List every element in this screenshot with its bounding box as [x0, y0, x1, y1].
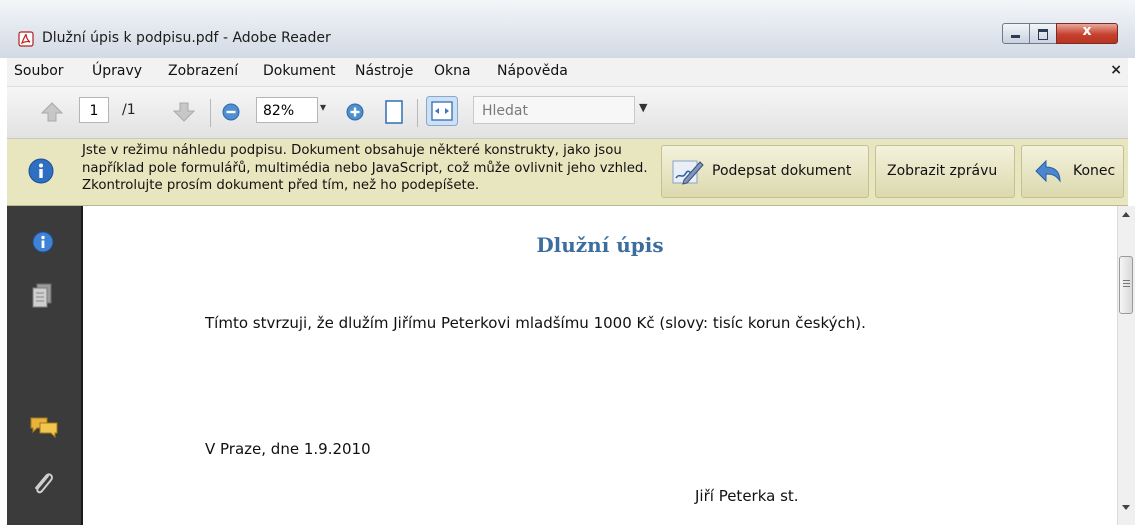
menu-dokument[interactable]: Dokument	[263, 63, 336, 79]
maximize-button[interactable]	[1029, 23, 1057, 44]
fit-width-icon[interactable]	[426, 96, 458, 126]
minimize-button[interactable]	[1002, 23, 1030, 44]
document-signer: Jiří Peterka st.	[695, 487, 799, 505]
page-number-input[interactable]: 1	[79, 97, 109, 123]
arrow-up-icon[interactable]	[40, 101, 64, 123]
menu-soubor[interactable]: Soubor	[14, 63, 64, 79]
toolbar-separator	[210, 99, 211, 127]
signature-preview-notice: Jste v režimu náhledu podpisu. Dokument …	[7, 139, 1128, 206]
close-window-button[interactable]: x	[1056, 23, 1118, 44]
show-report-button[interactable]: Zobrazit zprávu	[875, 145, 1015, 198]
back-arrow-icon	[1035, 159, 1061, 183]
comments-icon[interactable]	[29, 415, 59, 439]
menu-okna[interactable]: Okna	[434, 63, 471, 79]
minimize-icon	[1011, 35, 1020, 38]
close-icon: x	[1082, 23, 1092, 39]
search-dropdown-icon[interactable]: ▼	[639, 101, 647, 114]
menu-upravy[interactable]: Úpravy	[92, 63, 142, 79]
menu-nastroje[interactable]: Nástroje	[355, 63, 413, 79]
sign-document-label: Podepsat dokument	[712, 163, 852, 179]
document-view[interactable]: Dlužní úpis Tímto stvrzuji, že dlužím Ji…	[81, 206, 1117, 525]
arrow-down-icon[interactable]	[172, 101, 196, 123]
fit-page-icon[interactable]	[384, 99, 404, 125]
info-icon[interactable]	[32, 231, 54, 253]
maximize-icon	[1038, 29, 1048, 40]
pages-icon[interactable]	[31, 283, 53, 309]
zoom-dropdown-icon[interactable]: ▾	[320, 100, 326, 114]
exit-preview-label: Konec	[1073, 163, 1116, 179]
page-total: /1	[122, 102, 136, 118]
vertical-scrollbar[interactable]	[1117, 206, 1135, 525]
menu-bar: Soubor Úpravy Zobrazení Dokument Nástroj…	[7, 58, 1128, 87]
sign-document-button[interactable]: Podepsat dokument	[661, 145, 869, 198]
window-title: Dlužní úpis k podpisu.pdf - Adobe Reader	[42, 30, 331, 46]
close-document-button[interactable]: ×	[1110, 62, 1122, 78]
pen-sign-icon	[672, 160, 704, 185]
scroll-thumb[interactable]	[1119, 256, 1133, 314]
pdf-icon	[18, 31, 34, 47]
scroll-up-icon[interactable]	[1122, 212, 1130, 217]
info-icon	[28, 158, 54, 184]
show-report-label: Zobrazit zprávu	[887, 163, 998, 179]
toolbar: 1 /1 82% ▾ Hledat ▼	[7, 87, 1128, 139]
zoom-input[interactable]: 82%	[256, 97, 318, 123]
document-title: Dlužní úpis	[536, 233, 664, 257]
menu-zobrazeni[interactable]: Zobrazení	[168, 63, 238, 79]
scroll-down-icon[interactable]	[1122, 505, 1130, 510]
zoom-in-icon[interactable]	[345, 102, 365, 122]
title-bar: Dlužní úpis k podpisu.pdf - Adobe Reader…	[0, 0, 1135, 58]
grip-icon	[1123, 280, 1130, 288]
zoom-out-icon[interactable]	[221, 102, 241, 122]
menu-napoveda[interactable]: Nápověda	[497, 63, 568, 79]
adobe-reader-window: Dlužní úpis k podpisu.pdf - Adobe Reader…	[0, 0, 1135, 525]
toolbar-separator	[417, 99, 418, 127]
navigation-panel	[7, 206, 81, 525]
exit-preview-button[interactable]: Konec	[1021, 145, 1124, 198]
document-place-date: V Praze, dne 1.9.2010	[205, 440, 371, 458]
search-input[interactable]: Hledat	[473, 96, 635, 124]
notice-text: Jste v režimu náhledu podpisu. Dokument …	[82, 143, 648, 193]
attachment-icon[interactable]	[31, 470, 55, 500]
document-body-text: Tímto stvrzuji, že dlužím Jiřímu Peterko…	[205, 314, 866, 332]
